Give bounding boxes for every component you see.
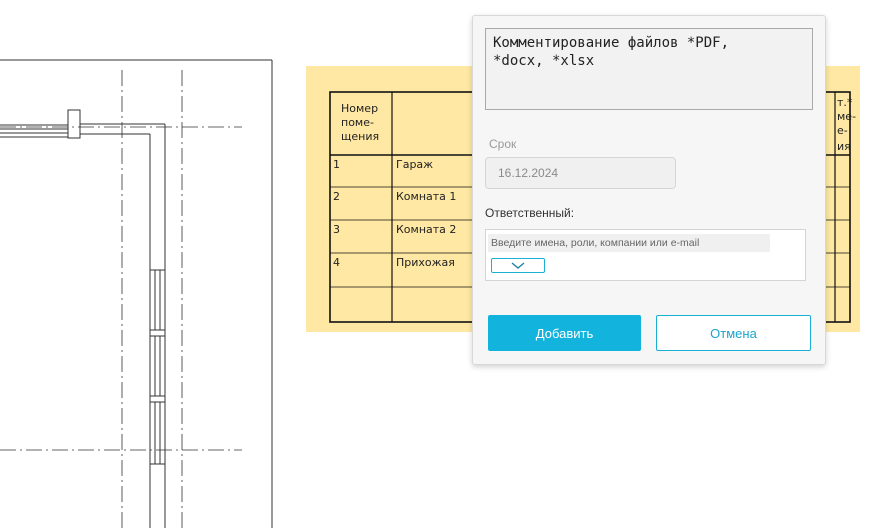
- due-date-field[interactable]: 16.12.2024: [485, 157, 676, 189]
- responsible-box[interactable]: Введите имена, роли, компании или e-mail: [485, 229, 806, 281]
- table-row-2-num: 2: [333, 190, 340, 203]
- comment-popup: Комментирование файлов *PDF, *docx, *xls…: [472, 15, 826, 365]
- table-header-col1-l1: Номер: [341, 102, 378, 115]
- floor-plan: [0, 59, 273, 528]
- table-header-col1-l2: поме-: [341, 116, 374, 129]
- table-row-1-name: Гараж: [396, 158, 433, 171]
- due-date-label: Срок: [489, 137, 517, 151]
- table-row-1-num: 1: [333, 158, 340, 171]
- table-row-4-name: Прихожая: [396, 256, 455, 269]
- responsible-label: Ответственный:: [485, 206, 575, 220]
- comment-textarea[interactable]: Комментирование файлов *PDF, *docx, *xls…: [485, 28, 813, 110]
- table-row-4-num: 4: [333, 256, 340, 269]
- table-header-right-l4: ия: [837, 140, 851, 153]
- responsible-input[interactable]: Введите имена, роли, компании или e-mail: [488, 234, 770, 252]
- chevron-down-icon: [511, 262, 525, 269]
- table-row-3-num: 3: [333, 223, 340, 236]
- table-header-right-l1: т.*: [837, 96, 853, 109]
- table-row-3-name: Комната 2: [396, 223, 456, 236]
- responsible-dropdown-button[interactable]: [491, 258, 545, 273]
- table-row-2-name: Комната 1: [396, 190, 456, 203]
- table-header-right-l3: е-: [837, 124, 848, 137]
- table-header-right-l2: ме-: [837, 110, 856, 123]
- table-header-col1-l3: щения: [341, 130, 379, 143]
- add-button[interactable]: Добавить: [488, 315, 641, 351]
- cancel-button[interactable]: Отмена: [656, 315, 811, 351]
